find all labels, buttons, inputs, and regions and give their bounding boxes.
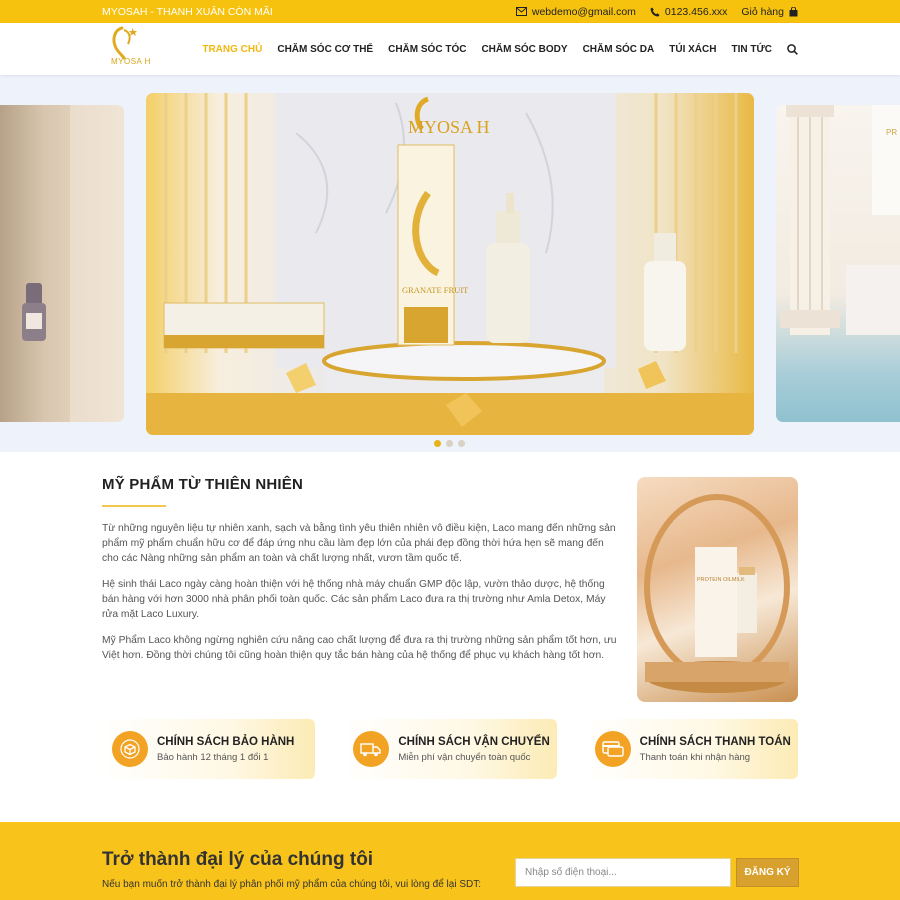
slide-next[interactable]: PR bbox=[776, 105, 900, 422]
policy-warranty[interactable]: CHÍNH SÁCH BẢO HÀNH Bảo hành 12 tháng 1 … bbox=[102, 719, 316, 779]
policy-payment[interactable]: CHÍNH SÁCH THANH TOÁN Thanh toán khi nhậ… bbox=[584, 719, 798, 779]
agent-subtitle: Nếu bạn muốn trở thành đại lý phân phối … bbox=[102, 879, 482, 890]
about-paragraph-2: Hệ sinh thái Laco ngày càng hoàn thiện v… bbox=[102, 579, 606, 620]
nav-item-body-care[interactable]: CHĂM SÓC CƠ THỂ bbox=[277, 44, 373, 55]
about-paragraph-3: Mỹ Phẩm Laco không ngừng nghiên cứu nâng… bbox=[102, 635, 617, 661]
nav-item-skin-care[interactable]: CHĂM SÓC DA bbox=[583, 44, 655, 55]
nav-item-body[interactable]: CHĂM SÓC BODY bbox=[481, 44, 567, 55]
email-link[interactable]: webdemo@gmail.com bbox=[515, 5, 636, 18]
cart-link[interactable]: Giỏ hàng bbox=[741, 6, 798, 18]
logo-text: MYOSA H bbox=[111, 57, 151, 66]
slider-dot-1[interactable] bbox=[434, 440, 441, 447]
slide-current[interactable]: MYOSA H GRANATE FRUIT bbox=[146, 93, 754, 435]
about-image: PROTEIN OILMILK bbox=[637, 477, 798, 702]
slide-prev[interactable] bbox=[0, 105, 124, 422]
policy-sub: Bảo hành 12 tháng 1 đổi 1 bbox=[157, 751, 269, 763]
site-header: MYOSA H TRANG CHỦ CHĂM SÓC CƠ THỂ CHĂM S… bbox=[0, 23, 900, 75]
truck-icon bbox=[353, 731, 390, 767]
slider-dot-3[interactable] bbox=[458, 440, 465, 447]
logo[interactable]: MYOSA H bbox=[102, 24, 166, 74]
card-icon bbox=[594, 731, 631, 767]
nav-item-home[interactable]: TRANG CHỦ bbox=[202, 44, 262, 55]
about-section: MỸ PHẨM TỪ THIÊN NHIÊN Từ những nguyên l… bbox=[102, 476, 622, 674]
register-button[interactable]: ĐĂNG KÝ bbox=[736, 858, 799, 887]
top-bar-contact: webdemo@gmail.com 0123.456.xxx Giỏ hàng bbox=[515, 5, 798, 18]
policy-text: CHÍNH SÁCH THANH TOÁN Thanh toán khi nhậ… bbox=[640, 736, 791, 763]
phone-input[interactable] bbox=[515, 858, 731, 887]
mail-icon bbox=[515, 7, 527, 16]
agent-title: Trở thành đại lý của chúng tôi bbox=[102, 849, 374, 870]
logo-mark-icon bbox=[112, 26, 137, 60]
slide-prev-image bbox=[22, 105, 124, 422]
search-icon[interactable] bbox=[787, 43, 798, 55]
main-nav: TRANG CHỦ CHĂM SÓC CƠ THỂ CHĂM SÓC TÓC C… bbox=[202, 44, 798, 55]
policy-sub: Miễn phí vận chuyển toàn quốc bbox=[398, 751, 531, 763]
policy-title: CHÍNH SÁCH BẢO HÀNH bbox=[157, 735, 295, 748]
email-text: webdemo@gmail.com bbox=[531, 5, 636, 18]
slide-next-image: PR bbox=[780, 105, 900, 335]
next-slide-label: PR bbox=[886, 128, 897, 137]
box-product-label: GRANATE FRUIT bbox=[402, 285, 469, 295]
phone-icon bbox=[650, 7, 660, 17]
slide-current-image: MYOSA H GRANATE FRUIT bbox=[146, 93, 754, 435]
policy-shipping[interactable]: CHÍNH SÁCH VẬN CHUYỂN Miễn phí vận chuyể… bbox=[343, 719, 557, 779]
hero-slider[interactable]: MYOSA H GRANATE FRUIT PR bbox=[0, 75, 900, 452]
policy-sub: Thanh toán khi nhận hàng bbox=[639, 751, 751, 763]
policy-text: CHÍNH SÁCH BẢO HÀNH Bảo hành 12 tháng 1 … bbox=[157, 736, 294, 763]
about-title: MỸ PHẨM TỪ THIÊN NHIÊN bbox=[102, 476, 304, 493]
cart-label: Giỏ hàng bbox=[741, 5, 784, 18]
policy-row: CHÍNH SÁCH BẢO HÀNH Bảo hành 12 tháng 1 … bbox=[102, 719, 798, 779]
tagline: MYOSAH - THANH XUÂN CÒN MÃI bbox=[102, 5, 273, 18]
phone-link[interactable]: 0123.456.xxx bbox=[650, 6, 727, 18]
title-underline bbox=[102, 505, 166, 507]
nav-item-handbags[interactable]: TÚI XÁCH bbox=[669, 44, 716, 55]
policy-text: CHÍNH SÁCH VẬN CHUYỂN Miễn phí vận chuyể… bbox=[398, 736, 549, 763]
nav-item-news[interactable]: TIN TỨC bbox=[731, 44, 772, 55]
about-image-label: PROTEIN OILMILK bbox=[697, 577, 745, 583]
agent-signup-band: Trở thành đại lý của chúng tôi Nếu bạn m… bbox=[0, 822, 900, 900]
bag-icon bbox=[789, 6, 798, 17]
phone-text: 0123.456.xxx bbox=[664, 5, 728, 18]
about-paragraph-1: Từ những nguyên liệu tự nhiên xanh, sạch… bbox=[102, 523, 616, 564]
box-icon bbox=[112, 731, 148, 767]
policy-title: CHÍNH SÁCH VẬN CHUYỂN bbox=[398, 735, 550, 748]
slider-dot-2[interactable] bbox=[446, 440, 453, 447]
nav-item-hair-care[interactable]: CHĂM SÓC TÓC bbox=[388, 44, 466, 55]
top-bar: MYOSAH - THANH XUÂN CÒN MÃI webdemo@gmai… bbox=[0, 0, 900, 23]
policy-title: CHÍNH SÁCH THANH TOÁN bbox=[639, 735, 791, 748]
wall-logo-text: MYOSA H bbox=[408, 117, 490, 137]
slider-dots bbox=[434, 440, 465, 447]
